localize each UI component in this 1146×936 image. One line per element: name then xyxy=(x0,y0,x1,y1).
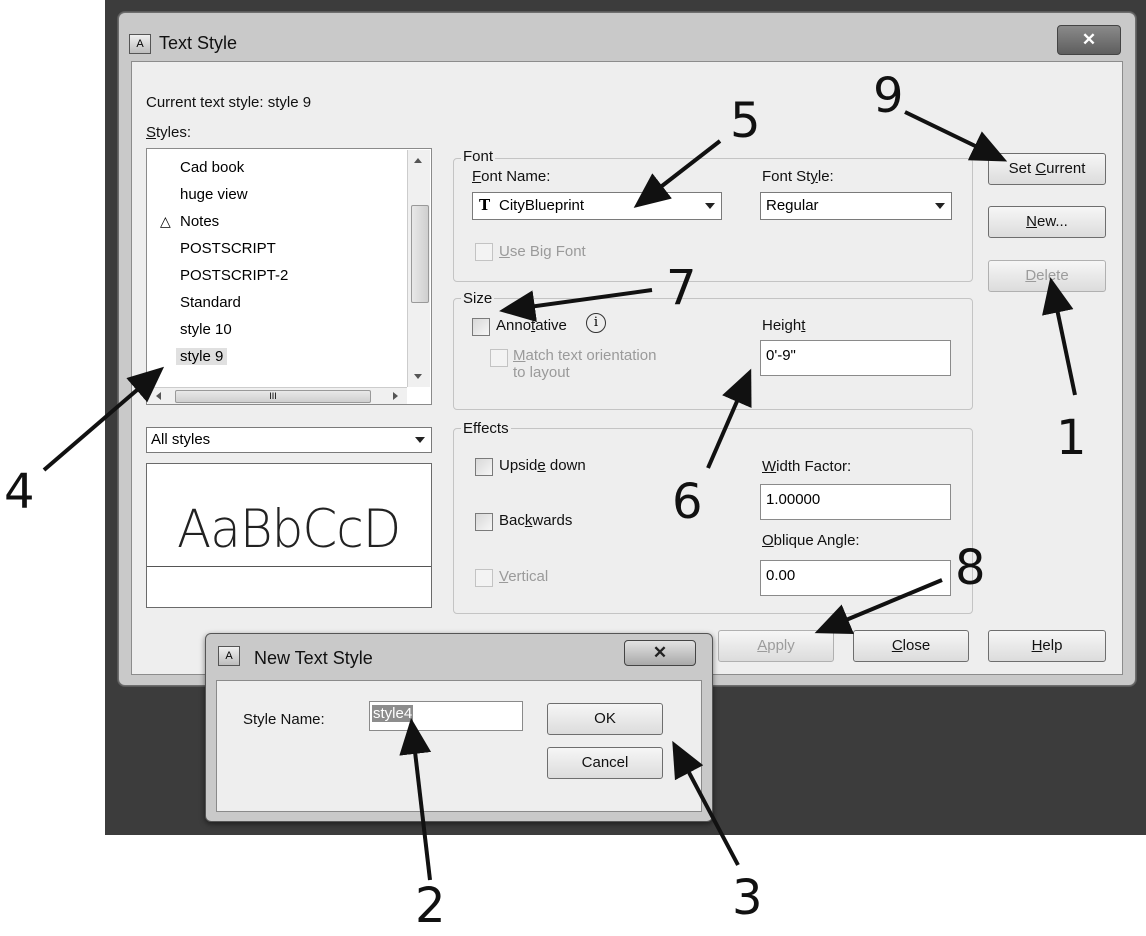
callout-4: 4 xyxy=(4,464,35,520)
callout-3: 3 xyxy=(732,870,763,926)
callout-9: 9 xyxy=(873,68,904,124)
callout-1: 1 xyxy=(1056,410,1087,466)
arrow-3 xyxy=(672,740,740,866)
callout-2: 2 xyxy=(415,878,446,934)
arrow-4 xyxy=(42,366,165,472)
callout-7: 7 xyxy=(666,260,697,316)
arrow-9 xyxy=(904,110,1008,162)
callout-5: 5 xyxy=(730,93,761,149)
arrow-7 xyxy=(499,288,653,323)
callout-arrows xyxy=(42,110,1077,881)
arrow-5 xyxy=(633,139,722,208)
arrow-2 xyxy=(399,718,432,881)
arrow-6 xyxy=(706,368,752,469)
arrow-1 xyxy=(1042,277,1077,396)
arrow-8 xyxy=(814,578,943,634)
callout-6: 6 xyxy=(672,474,703,530)
callout-8: 8 xyxy=(955,540,986,596)
